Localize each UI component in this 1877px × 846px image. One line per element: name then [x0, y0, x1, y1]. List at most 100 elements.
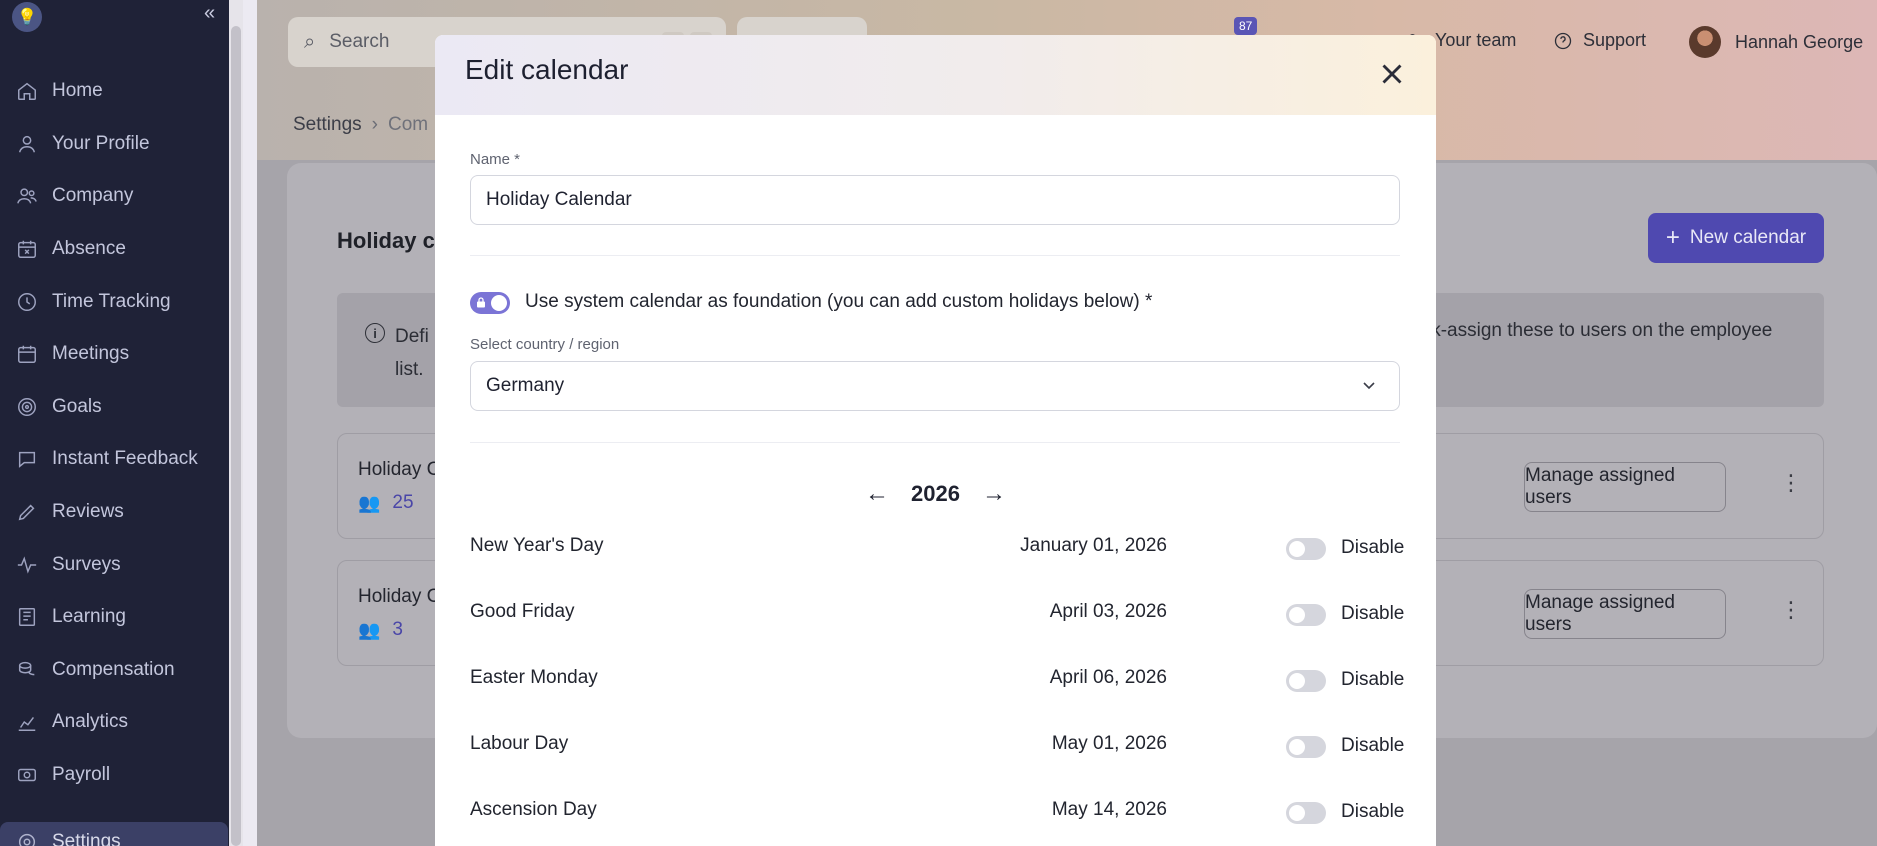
new-calendar-button[interactable]: + New calendar [1648, 213, 1824, 263]
calendar-icon [18, 346, 36, 364]
sidebar-item-label: Compensation [52, 658, 175, 680]
info-text-left: Defi list. [395, 320, 429, 386]
close-button[interactable] [1375, 57, 1409, 91]
sidebar-item-surveys[interactable]: Surveys [0, 538, 229, 591]
info-line-1: Defi [395, 326, 429, 347]
toggle-knob [1289, 673, 1305, 689]
notification-badge[interactable]: 87 [1234, 17, 1258, 35]
sidebar-item-compensation[interactable]: Compensation [0, 644, 229, 697]
holiday-row: Easter Monday April 06, 2026 Disable [470, 667, 1404, 697]
breadcrumb: Settings › Com [293, 114, 428, 136]
holiday-name: Easter Monday [470, 667, 598, 688]
previous-year-button[interactable]: ← [865, 480, 889, 508]
sidebar-item-analytics[interactable]: Analytics [0, 696, 229, 749]
disable-holiday-toggle[interactable] [1286, 802, 1326, 824]
sidebar-item-goals[interactable]: Goals [0, 381, 229, 434]
collapse-sidebar-icon[interactable]: « [204, 2, 215, 25]
holiday-name: New Year's Day [470, 535, 604, 556]
sidebar-item-home[interactable]: Home [0, 65, 229, 118]
gear-icon [18, 833, 36, 846]
user-menu[interactable]: Hannah George [1689, 26, 1863, 58]
calendar-x-icon [18, 240, 36, 259]
clock-icon [18, 292, 36, 311]
help-icon [1554, 32, 1572, 49]
disable-label: Disable [1341, 735, 1405, 756]
disable-holiday-toggle[interactable] [1286, 604, 1326, 626]
user-icon [18, 135, 36, 153]
info-icon: i [365, 323, 385, 343]
target-icon [18, 397, 36, 416]
holiday-date: April 03, 2026 [1049, 601, 1167, 622]
sidebar-scroll-thumb[interactable] [231, 26, 241, 846]
holiday-name: Labour Day [470, 733, 569, 754]
toggle-knob [1289, 805, 1305, 821]
info-line-2: list. [395, 359, 424, 380]
year-label: 2026 [911, 481, 960, 506]
sidebar-item-label: Company [52, 185, 134, 207]
app-logo[interactable]: 💡 [12, 2, 42, 32]
assigned-count: 3 [392, 619, 403, 640]
your-team-label: Your team [1435, 30, 1517, 50]
manage-assigned-users-button[interactable]: Manage assigned users [1524, 589, 1726, 639]
calendar-row-count[interactable]: 👥 25 [358, 492, 414, 514]
sidebar-item-instant-feedback[interactable]: Instant Feedback [0, 433, 229, 486]
holiday-date: January 01, 2026 [1020, 535, 1167, 556]
calendar-row-count[interactable]: 👥 3 [358, 619, 403, 641]
assigned-count: 25 [392, 492, 414, 513]
page-title: Holiday ca [337, 228, 448, 253]
holiday-row: Labour Day May 01, 2026 Disable [470, 733, 1404, 763]
sidebar-item-your-profile[interactable]: Your Profile [0, 118, 229, 171]
disable-label: Disable [1341, 603, 1405, 624]
new-calendar-label: New calendar [1689, 227, 1807, 248]
sidebar-item-label: Goals [52, 395, 102, 417]
holiday-row: Ascension Day May 14, 2026 Disable [470, 799, 1404, 829]
sidebar-item-label: Instant Feedback [52, 448, 198, 470]
next-year-button[interactable]: → [982, 480, 1006, 508]
country-label: Select country / region [470, 336, 620, 353]
calendar-row-name: Holiday C [358, 459, 441, 480]
country-select[interactable]: Germany [470, 361, 1400, 411]
sidebar-item-meetings[interactable]: Meetings [0, 328, 229, 381]
toggle-knob [491, 295, 507, 311]
sidebar-item-label: Surveys [52, 553, 121, 575]
edit-calendar-modal: Edit calendar Name * Holiday Calendar Us… [435, 35, 1436, 846]
sidebar-item-label: Meetings [52, 343, 130, 365]
info-text-right: lk-assign these to users on the employee [1427, 320, 1773, 341]
support-link[interactable]: Support [1553, 30, 1646, 51]
kebab-menu-icon[interactable]: ⋮ [1780, 599, 1802, 621]
holiday-row: Good Friday April 03, 2026 Disable [470, 601, 1404, 631]
chart-icon [18, 717, 36, 732]
disable-holiday-toggle[interactable] [1286, 736, 1326, 758]
kebab-menu-icon[interactable]: ⋮ [1780, 472, 1802, 494]
name-field[interactable]: Holiday Calendar [470, 175, 1400, 225]
toggle-knob [1289, 739, 1305, 755]
breadcrumb-root[interactable]: Settings [293, 114, 362, 135]
sidebar-item-learning[interactable]: Learning [0, 591, 229, 644]
disable-holiday-toggle[interactable] [1286, 538, 1326, 560]
holiday-date: April 06, 2026 [1049, 667, 1167, 688]
sidebar-item-payroll[interactable]: Payroll [0, 749, 229, 802]
lock-icon [477, 297, 485, 308]
holiday-date: May 01, 2026 [1051, 733, 1167, 754]
disable-holiday-toggle[interactable] [1286, 670, 1326, 692]
plus-icon: + [1665, 224, 1680, 251]
sidebar-item-settings[interactable]: Settings [0, 822, 228, 846]
system-calendar-toggle[interactable] [470, 292, 510, 314]
disable-label: Disable [1341, 537, 1405, 558]
sidebar-item-label: Payroll [52, 764, 111, 786]
chevron-right-icon: › [371, 114, 378, 135]
close-icon [1382, 64, 1402, 84]
search-placeholder: Search [329, 31, 390, 52]
sidebar-item-time-tracking[interactable]: Time Tracking [0, 275, 229, 328]
sidebar-scrollbar[interactable] [229, 0, 243, 846]
home-icon [18, 83, 36, 101]
sidebar-item-company[interactable]: Company [0, 170, 229, 223]
holiday-date: May 14, 2026 [1051, 799, 1167, 820]
chat-icon [18, 452, 36, 469]
sidebar-item-absence[interactable]: Absence [0, 223, 229, 276]
book-icon [18, 608, 36, 627]
chevron-down-icon [1363, 382, 1375, 390]
manage-assigned-users-button[interactable]: Manage assigned users [1524, 462, 1726, 512]
sidebar-item-reviews[interactable]: Reviews [0, 486, 229, 539]
sidebar-item-label: Learning [52, 606, 126, 628]
